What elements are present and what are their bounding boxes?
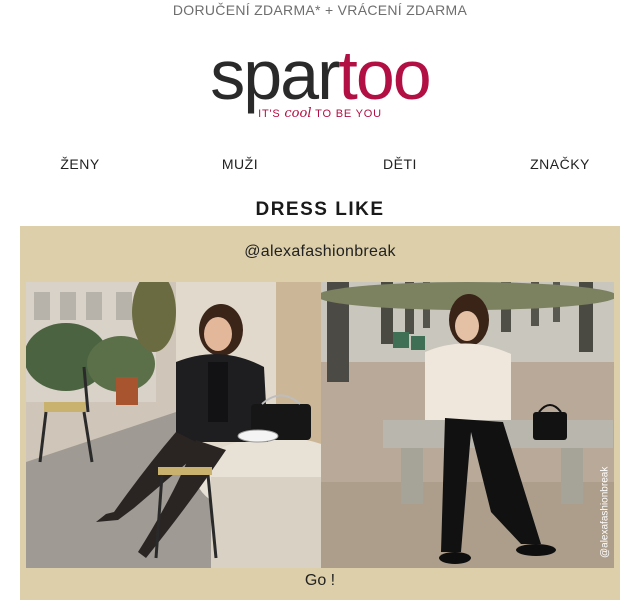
photo-cafe-terrace[interactable] bbox=[26, 282, 321, 568]
main-nav: ŽENY MUŽI DĚTI ZNAČKY bbox=[0, 152, 640, 176]
go-link[interactable]: Go ! bbox=[20, 572, 620, 590]
section-title: DRESS LIKE bbox=[255, 199, 385, 220]
spartoo-logo: spartoo bbox=[210, 40, 431, 110]
nav-item-znacky[interactable]: ZNAČKY bbox=[480, 152, 640, 176]
tagline-pre: IT'S bbox=[258, 108, 285, 120]
tagline: IT'S cool TO BE YOU bbox=[0, 106, 640, 121]
influencer-photos: @alexafashionbreak bbox=[26, 282, 614, 568]
logo-part-too: too bbox=[338, 36, 431, 114]
cafe-terrace-image bbox=[26, 282, 321, 568]
logo-part-spar: spar bbox=[210, 36, 340, 114]
influencer-panel: @alexafashionbreak @alexafashionbreak Go… bbox=[20, 226, 620, 600]
photo-watermark: @alexafashionbreak bbox=[599, 466, 610, 558]
nav-item-muzi[interactable]: MUŽI bbox=[160, 152, 320, 176]
influencer-handle[interactable]: @alexafashionbreak bbox=[20, 243, 620, 261]
photo-park-bench[interactable]: @alexafashionbreak bbox=[321, 282, 614, 568]
nav-item-zeny[interactable]: ŽENY bbox=[0, 152, 160, 176]
tagline-post: TO BE YOU bbox=[311, 108, 382, 120]
logo-link[interactable]: spartoo bbox=[0, 40, 640, 110]
promo-banner[interactable]: DORUČENÍ ZDARMA* + VRÁCENÍ ZDARMA bbox=[0, 0, 640, 20]
park-bench-image bbox=[321, 282, 614, 568]
nav-item-deti[interactable]: DĚTI bbox=[320, 152, 480, 176]
tagline-cool: cool bbox=[284, 106, 312, 121]
